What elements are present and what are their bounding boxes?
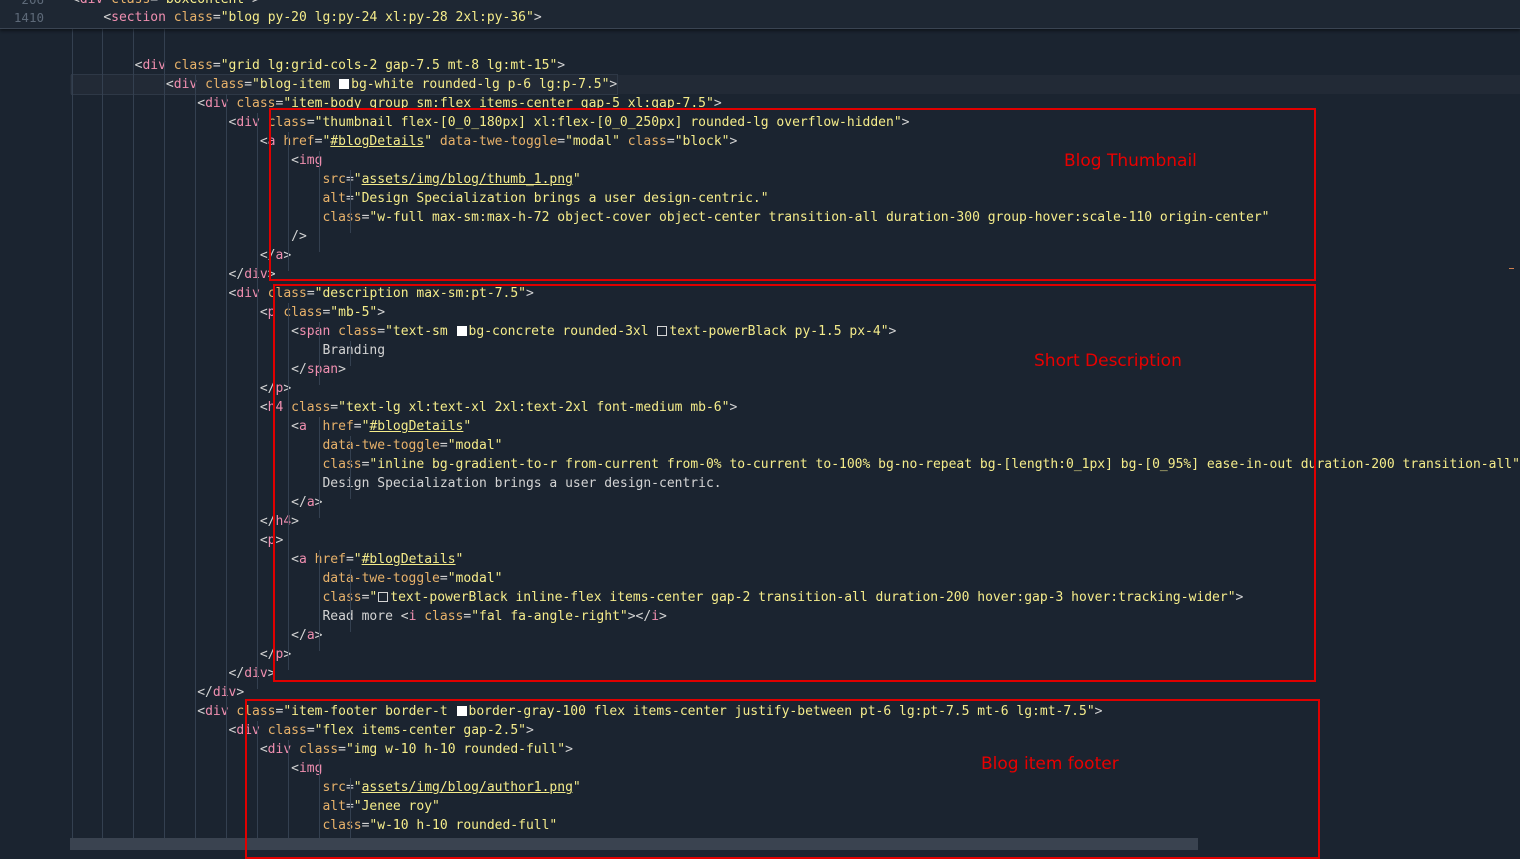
indent-guide — [72, 28, 73, 850]
code-line[interactable]: 1440 <div class="grid lg:grid-cols-2 gap… — [0, 56, 1520, 75]
code-text[interactable]: </h4> — [72, 512, 299, 531]
indent-guide — [257, 113, 258, 689]
line-number: 1410 — [13, 10, 44, 25]
indent-guide — [133, 28, 134, 850]
code-text[interactable]: <p> — [72, 531, 283, 550]
code-text[interactable]: <div class="grid lg:grid-cols-2 gap-7.5 … — [72, 56, 565, 75]
blog-footer-label: Blog item footer — [981, 754, 1119, 774]
line-number-gutter — [0, 0, 70, 850]
blog-thumbnail-label: Blog Thumbnail — [1064, 151, 1197, 171]
indent-guide — [102, 28, 103, 850]
sticky-scroll-header[interactable]: 206<div class="boxContent">1410 <section… — [0, 0, 1520, 29]
code-line[interactable]: 1410 <section class="blog py-20 lg:py-24… — [0, 8, 1520, 27]
code-text[interactable]: </p> — [72, 379, 291, 398]
code-line[interactable]: 1441 <div class="blog-item bg-white roun… — [0, 74, 1520, 95]
code-text[interactable]: <section class="blog py-20 lg:py-24 xl:p… — [72, 8, 541, 27]
code-text[interactable]: </a> — [72, 246, 291, 265]
indent-guide — [226, 94, 227, 850]
blog-footer-highlight — [245, 699, 1320, 859]
code-text[interactable]: </p> — [72, 645, 291, 664]
code-text[interactable]: </div> — [72, 683, 244, 702]
blog-thumbnail-highlight — [269, 108, 1316, 281]
code-line[interactable]: 1439 — [0, 37, 1520, 56]
short-description-highlight — [273, 284, 1316, 682]
overview-ruler-mark — [1509, 268, 1514, 269]
code-text[interactable]: <div class="blog-item bg-white rounded-l… — [70, 74, 619, 95]
indent-guide — [164, 28, 165, 850]
short-description-label: Short Description — [1034, 351, 1182, 371]
indent-guide — [195, 75, 196, 850]
